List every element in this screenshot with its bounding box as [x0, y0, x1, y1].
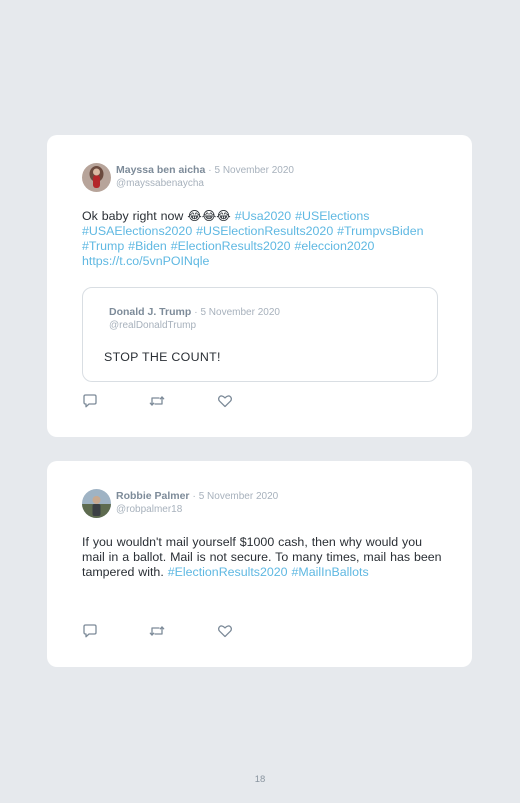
retweet-icon[interactable]	[149, 623, 165, 639]
quoted-tweet[interactable]: Donald J. Trump · 5 November 2020 @realD…	[82, 287, 438, 382]
page-number: 18	[254, 774, 266, 785]
reply-icon[interactable]	[82, 393, 98, 409]
retweet-icon[interactable]	[149, 393, 165, 409]
tweet-card: Robbie Palmer · 5 November 2020 @robpalm…	[47, 461, 472, 667]
heart-icon[interactable]	[217, 393, 233, 409]
author-name[interactable]: Robbie Palmer	[116, 490, 190, 502]
author-block: Robbie Palmer · 5 November 2020 @robpalm…	[116, 490, 278, 516]
quoted-author-name[interactable]: Donald J. Trump	[109, 306, 191, 318]
author-name[interactable]: Mayssa ben aicha	[116, 164, 205, 176]
tweet-date[interactable]: 5 November 2020	[199, 491, 279, 502]
tweet-text: If you wouldn't mail yourself $1000 cash…	[82, 535, 442, 580]
quoted-tweet-text: STOP THE COUNT!	[104, 350, 221, 364]
tweet-card: Mayssa ben aicha · 5 November 2020 @mays…	[47, 135, 472, 437]
separator-dot: ·	[208, 165, 212, 176]
tweet-date[interactable]: 5 November 2020	[214, 165, 294, 176]
separator-dot: ·	[192, 491, 196, 502]
avatar[interactable]	[82, 163, 111, 192]
quoted-tweet-date[interactable]: 5 November 2020	[200, 307, 280, 318]
reply-icon[interactable]	[82, 623, 98, 639]
tweet-text: Ok baby right now 😂😂😂 #Usa2020 #USElecti…	[82, 209, 442, 269]
tweet-hashtags-links[interactable]: #ElectionResults2020 #MailInBallots	[168, 565, 369, 579]
author-handle[interactable]: @robpalmer18	[116, 503, 278, 516]
quoted-author-block: Donald J. Trump · 5 November 2020 @realD…	[109, 306, 280, 332]
quoted-author-handle[interactable]: @realDonaldTrump	[109, 319, 280, 332]
tweet-text-plain: Ok baby right now 😂😂😂	[82, 209, 235, 223]
separator-dot: ·	[194, 307, 198, 318]
author-block: Mayssa ben aicha · 5 November 2020 @mays…	[116, 164, 294, 190]
author-handle[interactable]: @mayssabenaycha	[116, 177, 294, 190]
heart-icon[interactable]	[217, 623, 233, 639]
avatar[interactable]	[82, 489, 111, 518]
